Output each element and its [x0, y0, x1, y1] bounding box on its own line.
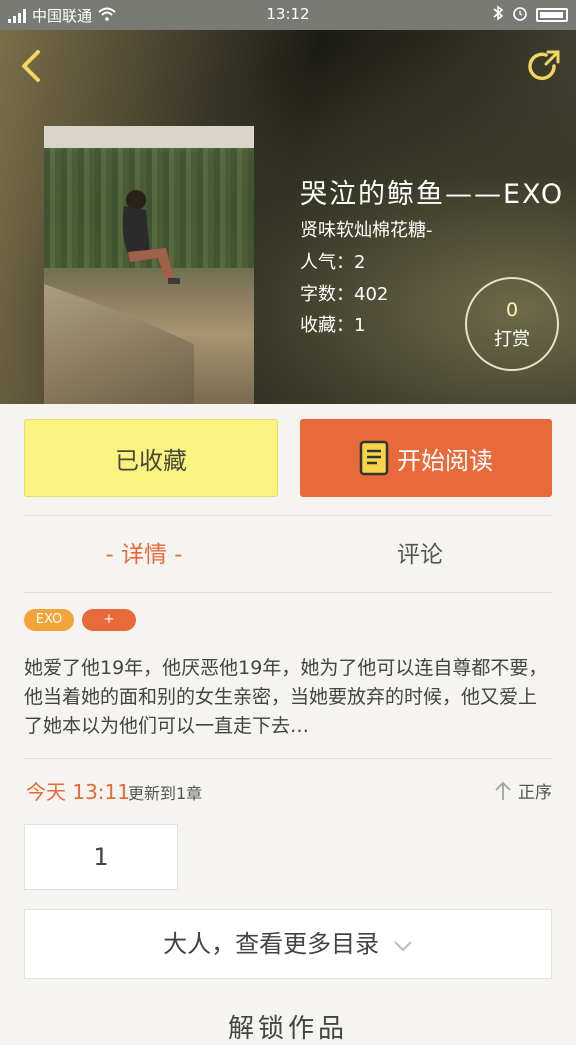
book-cover[interactable] — [44, 126, 254, 404]
word-count-label: 字数： — [300, 284, 354, 305]
arrow-up-icon — [495, 781, 511, 800]
start-reading-label: 开始阅读 — [397, 446, 493, 475]
book-header: 哭泣的鲸鱼——EXO 贤味软灿棉花糖- 人气：2 字数：402 收藏：1 0 打… — [0, 30, 576, 404]
popularity-label: 人气： — [300, 252, 354, 273]
book-title: 哭泣的鲸鱼——EXO — [300, 179, 565, 210]
battery-icon — [536, 8, 568, 22]
update-time: 今天 13:11 — [26, 780, 130, 804]
add-tag-button[interactable]: + — [82, 609, 136, 631]
favorites-label: 收藏： — [300, 315, 354, 336]
divider — [24, 515, 552, 516]
tip-label: 打赏 — [494, 329, 530, 350]
word-count-row: 字数：402 — [300, 280, 388, 306]
popularity-row: 人气：2 — [300, 248, 365, 274]
popularity-value: 2 — [354, 252, 366, 273]
more-chapters-label: 大人，查看更多目录 — [163, 930, 380, 958]
share-button[interactable] — [524, 46, 564, 86]
status-bar: 中国联通 13:12 — [0, 0, 576, 30]
chevron-down-icon — [394, 941, 412, 952]
tab-detail[interactable]: - 详情 - — [0, 535, 288, 569]
book-author[interactable]: 贤味软灿棉花糖- — [300, 216, 433, 242]
back-button[interactable] — [12, 46, 52, 86]
section-heading: 解锁作品 — [227, 1014, 348, 1044]
divider — [24, 592, 552, 593]
chevron-left-icon — [22, 50, 40, 82]
tab-comment[interactable]: 评论 — [288, 535, 552, 569]
tip-button[interactable]: 0 打赏 — [465, 277, 559, 371]
update-status: 更新到1章 — [128, 784, 203, 803]
sort-label: 正序 — [518, 783, 552, 803]
favorites-value: 1 — [354, 315, 366, 336]
book-description: 她爱了他19年，他厌恶他19年，她为了他可以连自尊都不要，他当着她的面和别的女生… — [24, 657, 548, 737]
favorited-button[interactable]: 已收藏 — [24, 419, 278, 497]
favorited-label: 已收藏 — [115, 446, 187, 475]
bluetooth-icon — [492, 5, 504, 25]
more-chapters-button[interactable]: 大人，查看更多目录 — [24, 909, 552, 979]
clock: 13:12 — [266, 5, 310, 23]
sort-button[interactable]: 正序 — [494, 778, 552, 803]
tag-exo[interactable]: EXO — [24, 609, 74, 631]
word-count-value: 402 — [354, 284, 389, 305]
tip-count: 0 — [505, 299, 519, 321]
favorites-row: 收藏：1 — [300, 311, 365, 337]
alarm-icon — [512, 5, 528, 25]
share-icon — [528, 50, 560, 81]
start-reading-button[interactable]: 开始阅读 — [300, 419, 552, 497]
cover-figure — [122, 190, 180, 284]
divider — [24, 758, 552, 759]
chapter-item[interactable]: 1 — [24, 824, 178, 890]
book-icon — [359, 440, 389, 476]
